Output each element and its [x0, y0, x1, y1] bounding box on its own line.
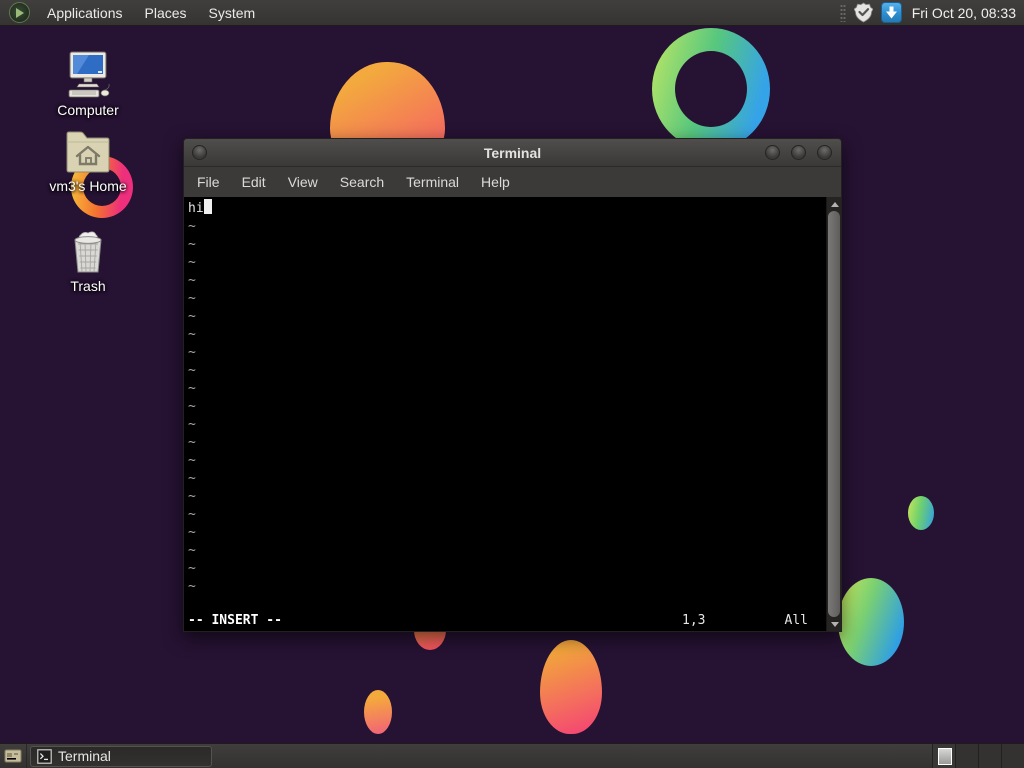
panel-grip-handle[interactable] — [839, 3, 846, 22]
vim-tilde-line: ~ — [188, 273, 196, 288]
terminal-menubar: File Edit View Search Terminal Help — [184, 167, 841, 197]
terminal-content[interactable]: hi ~ ~ ~ ~ ~ ~ ~ ~ ~ ~ ~ ~ ~ ~ ~ ~ ~ ~ ~ ~ ~ -- INSERT -- 1,… — [184, 197, 826, 631]
taskbar-window-label: Terminal — [58, 748, 111, 764]
vim-tilde-line: ~ — [188, 291, 196, 306]
trash-icon — [33, 228, 143, 274]
minimize-button[interactable] — [765, 145, 780, 160]
desktop-icon-label: Computer — [57, 102, 119, 118]
vim-tilde-line: ~ — [188, 471, 196, 486]
window-title: Terminal — [483, 144, 542, 161]
desktop-icon-label: Trash — [70, 278, 106, 294]
clock-applet[interactable]: Fri Oct 20, 08:33 — [906, 5, 1024, 21]
terminal-app-icon — [37, 748, 52, 764]
menu-terminal[interactable]: Terminal — [395, 167, 470, 197]
security-shield-icon[interactable] — [853, 2, 875, 24]
scrollbar-thumb[interactable] — [828, 211, 840, 617]
vim-tilde-line: ~ — [188, 561, 196, 576]
menu-system[interactable]: System — [198, 0, 267, 26]
vim-tildes: ~ ~ ~ ~ ~ ~ ~ ~ ~ ~ ~ ~ ~ ~ ~ ~ ~ ~ ~ ~ ~ — [188, 218, 826, 596]
vim-tilde-line: ~ — [188, 327, 196, 342]
menu-applications[interactable]: Applications — [36, 0, 134, 26]
show-desktop-icon — [4, 749, 22, 763]
vim-statusline: -- INSERT -- 1,3 All — [184, 612, 826, 630]
workspace-window-thumbnail — [938, 747, 952, 765]
top-panel: Applications Places System Fri Oct 20, 0… — [0, 0, 1024, 26]
vim-tilde-line: ~ — [188, 237, 196, 252]
desktop-icon-home[interactable]: vm3's Home — [33, 128, 143, 194]
menu-view[interactable]: View — [277, 167, 329, 197]
vim-scroll-position: All — [784, 613, 808, 628]
vim-tilde-line: ~ — [188, 453, 196, 468]
wallpaper-ring — [652, 28, 770, 150]
vim-tilde-line: ~ — [188, 255, 196, 270]
vim-tilde-line: ~ — [188, 525, 196, 540]
vim-mode-indicator: -- INSERT -- — [188, 613, 282, 628]
software-update-icon[interactable] — [881, 2, 903, 24]
menu-help[interactable]: Help — [470, 167, 521, 197]
desktop-icon-computer[interactable]: Computer — [33, 50, 143, 118]
show-desktop-button[interactable] — [0, 743, 27, 768]
vim-ruler: 1,3 — [682, 613, 706, 628]
vim-tilde-line: ~ — [188, 219, 196, 234]
vim-tilde-line: ~ — [188, 399, 196, 414]
vim-tilde-line: ~ — [188, 543, 196, 558]
computer-icon — [33, 50, 143, 98]
menu-places[interactable]: Places — [134, 0, 198, 26]
scroll-up-icon[interactable] — [827, 197, 842, 211]
menu-search[interactable]: Search — [329, 167, 395, 197]
vim-tilde-line: ~ — [188, 489, 196, 504]
vim-tilde-line: ~ — [188, 417, 196, 432]
vim-tilde-line: ~ — [188, 381, 196, 396]
taskbar: Terminal — [0, 743, 1024, 768]
vim-text-line: hi — [188, 199, 826, 218]
desktop-icon-label: vm3's Home — [49, 178, 127, 194]
workspace-2[interactable] — [955, 743, 978, 768]
terminal-scrollbar[interactable] — [826, 197, 841, 631]
close-button[interactable] — [817, 145, 832, 160]
vim-tilde-line: ~ — [188, 579, 196, 594]
wallpaper-blob — [838, 578, 904, 666]
workspace-4[interactable] — [1001, 743, 1024, 768]
wallpaper-blob — [364, 690, 392, 734]
terminal-window: Terminal File Edit View Search Terminal … — [183, 138, 842, 632]
text-cursor — [203, 199, 212, 214]
wallpaper-blob — [540, 640, 602, 734]
vim-tilde-line: ~ — [188, 435, 196, 450]
wallpaper-ring-hole — [675, 51, 747, 127]
distro-menu-icon[interactable] — [9, 2, 30, 23]
vim-tilde-line: ~ — [188, 363, 196, 378]
workspace-switcher — [932, 743, 1024, 768]
vim-tilde-line: ~ — [188, 345, 196, 360]
maximize-button[interactable] — [791, 145, 806, 160]
workspace-1[interactable] — [932, 743, 955, 768]
vim-tilde-line: ~ — [188, 309, 196, 324]
taskbar-window-button[interactable]: Terminal — [30, 745, 212, 767]
window-titlebar[interactable]: Terminal — [184, 139, 841, 167]
wallpaper-blob — [908, 496, 934, 530]
menu-file[interactable]: File — [186, 167, 231, 197]
scroll-down-icon[interactable] — [827, 617, 842, 631]
workspace-3[interactable] — [978, 743, 1001, 768]
vim-tilde-line: ~ — [188, 507, 196, 522]
home-folder-icon — [33, 128, 143, 174]
menu-edit[interactable]: Edit — [231, 167, 277, 197]
desktop-icon-trash[interactable]: Trash — [33, 228, 143, 294]
